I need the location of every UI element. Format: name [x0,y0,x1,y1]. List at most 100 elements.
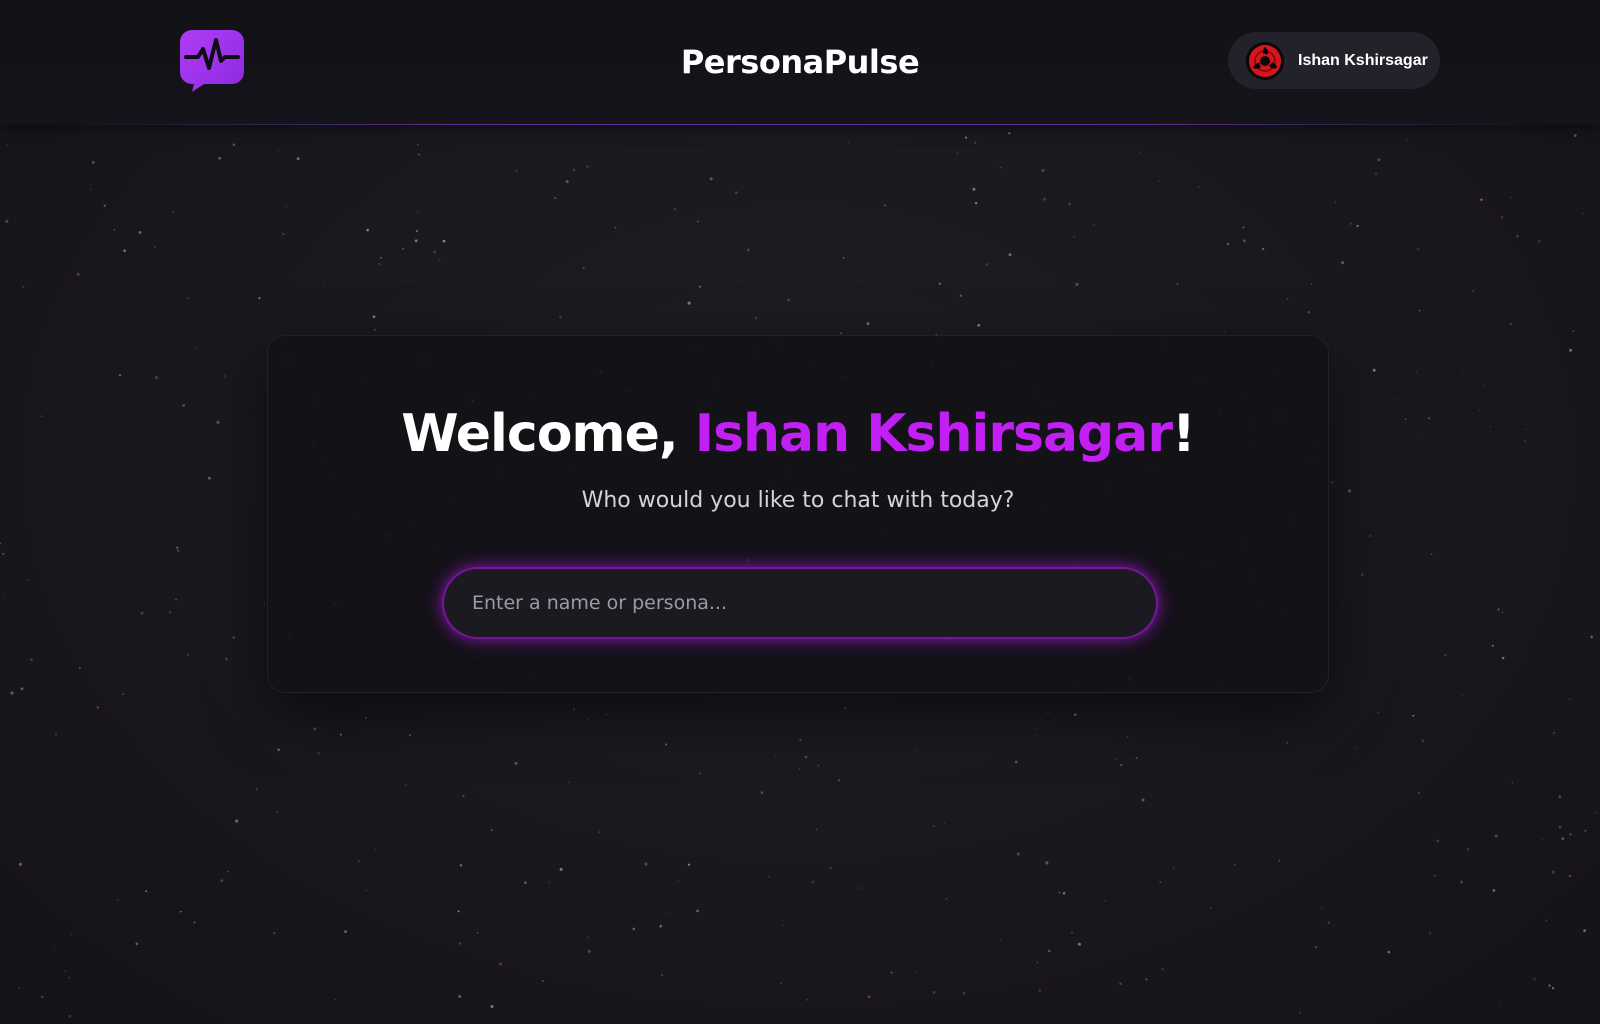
star [408,733,412,737]
star [1016,852,1020,856]
star [176,549,180,552]
star [1261,738,1263,740]
star [2,552,5,555]
star [1334,201,1337,204]
star [804,755,808,759]
star [296,157,300,161]
star [366,228,370,232]
star [660,973,664,977]
star [20,687,24,691]
star [754,316,758,320]
star [999,167,1002,169]
star [1278,859,1281,862]
star [277,150,279,152]
star [1008,132,1011,135]
user-profile-button[interactable]: Ishan Kshirsagar [1228,32,1440,89]
star [933,825,935,827]
welcome-subtitle: Who would you like to chat with today? [581,488,1015,513]
star [1199,250,1201,252]
star [193,921,196,924]
star [1582,212,1584,214]
star [1387,950,1391,954]
star [235,819,239,823]
star [5,219,9,223]
star [18,987,20,989]
star [91,161,95,164]
star [378,262,381,266]
star [216,420,220,424]
star [1071,932,1073,934]
star [232,636,235,639]
star [1173,867,1175,869]
star [999,938,1002,941]
star [837,779,841,782]
star [1472,290,1474,292]
star [699,772,702,775]
star [1307,310,1310,314]
star [123,249,126,253]
star [68,1014,72,1018]
star [1416,247,1420,251]
star [40,995,44,999]
star [806,998,809,1001]
star [698,285,701,288]
star [1374,172,1378,176]
star [867,995,871,999]
star [1492,889,1496,892]
star [842,256,845,259]
star [317,752,321,755]
star [1321,907,1323,910]
star [542,980,544,982]
star [282,233,285,236]
star [372,315,376,319]
star [26,578,29,581]
star [227,870,230,873]
star [1353,755,1356,757]
star [696,220,699,223]
star [1145,978,1148,981]
star [1038,989,1042,992]
star [587,719,590,721]
star [587,936,590,939]
star [1041,168,1045,172]
star [1093,224,1095,226]
star [1062,891,1066,895]
star [1584,829,1587,832]
star [559,867,563,871]
star [632,927,636,931]
star [365,890,367,892]
star [1523,440,1526,443]
star [524,881,527,885]
star [815,828,818,831]
star [515,169,518,172]
star [1197,186,1200,188]
user-name-label: Ishan Kshirsagar [1298,51,1428,69]
star [140,611,144,615]
star [113,228,116,231]
star [218,156,222,160]
star [848,141,850,144]
star [187,297,189,300]
star [490,1005,494,1008]
star [1538,240,1541,243]
welcome-heading: Welcome, Ishan Kshirsagar! [268,402,1328,466]
star [1542,839,1544,841]
star [459,863,463,867]
star [644,862,648,866]
welcome-prefix: Welcome, [401,404,695,464]
persona-search-input[interactable] [444,569,1156,637]
star [40,415,43,418]
star [122,693,125,696]
star [51,607,53,609]
star [1325,987,1327,989]
star [0,542,2,545]
star [1377,711,1380,714]
star [224,657,228,661]
star [568,781,571,784]
star [490,829,493,832]
star [974,141,977,144]
star [1327,921,1331,924]
welcome-card: Welcome, Ishan Kshirsagar! Who would you… [267,335,1329,693]
star [374,848,377,851]
star [962,991,966,995]
